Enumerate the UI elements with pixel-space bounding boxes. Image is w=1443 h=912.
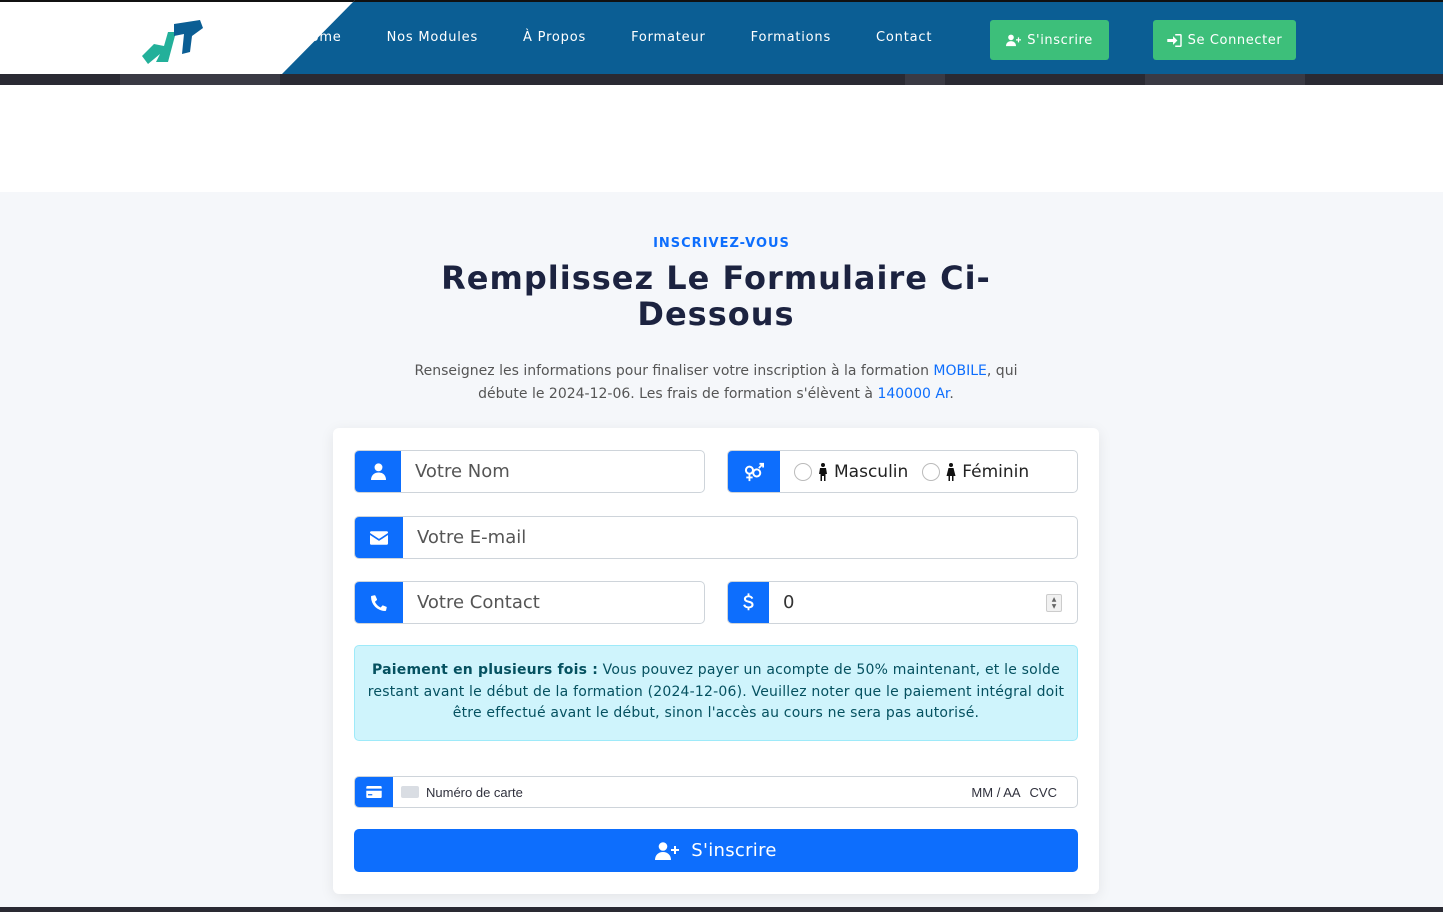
submit-button[interactable]: S'inscrire — [354, 829, 1078, 872]
nav-formateur[interactable]: Formateur — [631, 30, 706, 45]
user-plus-icon — [1006, 34, 1022, 46]
card-brand-icon — [401, 786, 419, 798]
amount-group: ▲▼ — [727, 581, 1078, 624]
label-masculin: Masculin — [834, 461, 909, 482]
female-person-icon — [946, 462, 956, 481]
nav-login-button[interactable]: Se Connecter — [1153, 20, 1296, 60]
label-feminin: Féminin — [962, 461, 1030, 482]
name-group — [354, 450, 705, 493]
contact-group — [354, 581, 705, 624]
desc-text: Renseignez les informations pour finalis… — [414, 363, 934, 379]
desc-text: . — [949, 386, 954, 402]
nav-formations[interactable]: Formations — [751, 30, 831, 45]
hero-strip — [1145, 74, 1305, 85]
card-payment-field: Numéro de carte MM / AA CVC — [354, 776, 1078, 808]
hero-strip — [120, 74, 280, 85]
card-number-placeholder: Numéro de carte — [426, 784, 523, 800]
user-icon — [355, 451, 401, 492]
credit-card-icon — [355, 777, 393, 807]
nav-signup-button[interactable]: S'inscrire — [990, 20, 1109, 60]
sign-in-icon — [1166, 33, 1182, 47]
nav-signup-label: S'inscrire — [1027, 32, 1093, 48]
amount-input[interactable] — [769, 582, 1077, 623]
email-group — [354, 516, 1078, 559]
section-eyebrow: INSCRIVEZ-VOUS — [653, 236, 790, 251]
card-number-input[interactable]: Numéro de carte — [393, 777, 971, 807]
spacer-band — [0, 85, 1443, 192]
email-input[interactable] — [403, 517, 1077, 558]
gender-group: Masculin Féminin — [727, 450, 1078, 493]
gender-radios: Masculin Féminin — [780, 451, 1029, 492]
card-extra-fields: MM / AA CVC — [971, 777, 1077, 807]
section-description: Renseignez les informations pour finalis… — [400, 360, 1032, 406]
nav-login-label: Se Connecter — [1187, 32, 1283, 48]
amount-spinner[interactable]: ▲ ▼ — [1046, 594, 1062, 612]
course-name: MOBILE — [933, 363, 987, 379]
course-fee: 140000 Ar — [877, 386, 950, 402]
payment-info-alert: Paiement en plusieurs fois : Vous pouvez… — [354, 645, 1078, 741]
nav-nos-modules[interactable]: Nos Modules — [387, 30, 478, 45]
alert-title: Paiement en plusieurs fois : — [372, 662, 599, 678]
name-input[interactable] — [401, 451, 704, 492]
card-cvc-input[interactable]: CVC — [1030, 785, 1057, 800]
page-title: Remplissez Le Formulaire Ci-Dessous — [441, 259, 991, 333]
nav-links: Home Nos Modules À Propos Formateur Form… — [300, 2, 977, 76]
envelope-icon — [355, 517, 403, 558]
footer-edge — [0, 907, 1443, 912]
radio-masculin[interactable] — [794, 462, 812, 481]
phone-icon — [355, 582, 403, 623]
dollar-icon — [728, 582, 769, 623]
registration-card: Masculin Féminin ▲▼ Paiement en plusieur… — [333, 428, 1099, 894]
venus-mars-icon — [728, 451, 780, 492]
contact-input[interactable] — [403, 582, 704, 623]
logo-mark[interactable] — [140, 18, 206, 66]
user-plus-icon — [655, 841, 680, 860]
male-person-icon — [819, 462, 827, 481]
submit-label: S'inscrire — [691, 840, 777, 861]
radio-feminin[interactable] — [922, 462, 941, 481]
nav-a-propos[interactable]: À Propos — [523, 30, 586, 45]
nav-contact[interactable]: Contact — [876, 30, 932, 45]
card-expiry-input[interactable]: MM / AA — [971, 785, 1020, 800]
